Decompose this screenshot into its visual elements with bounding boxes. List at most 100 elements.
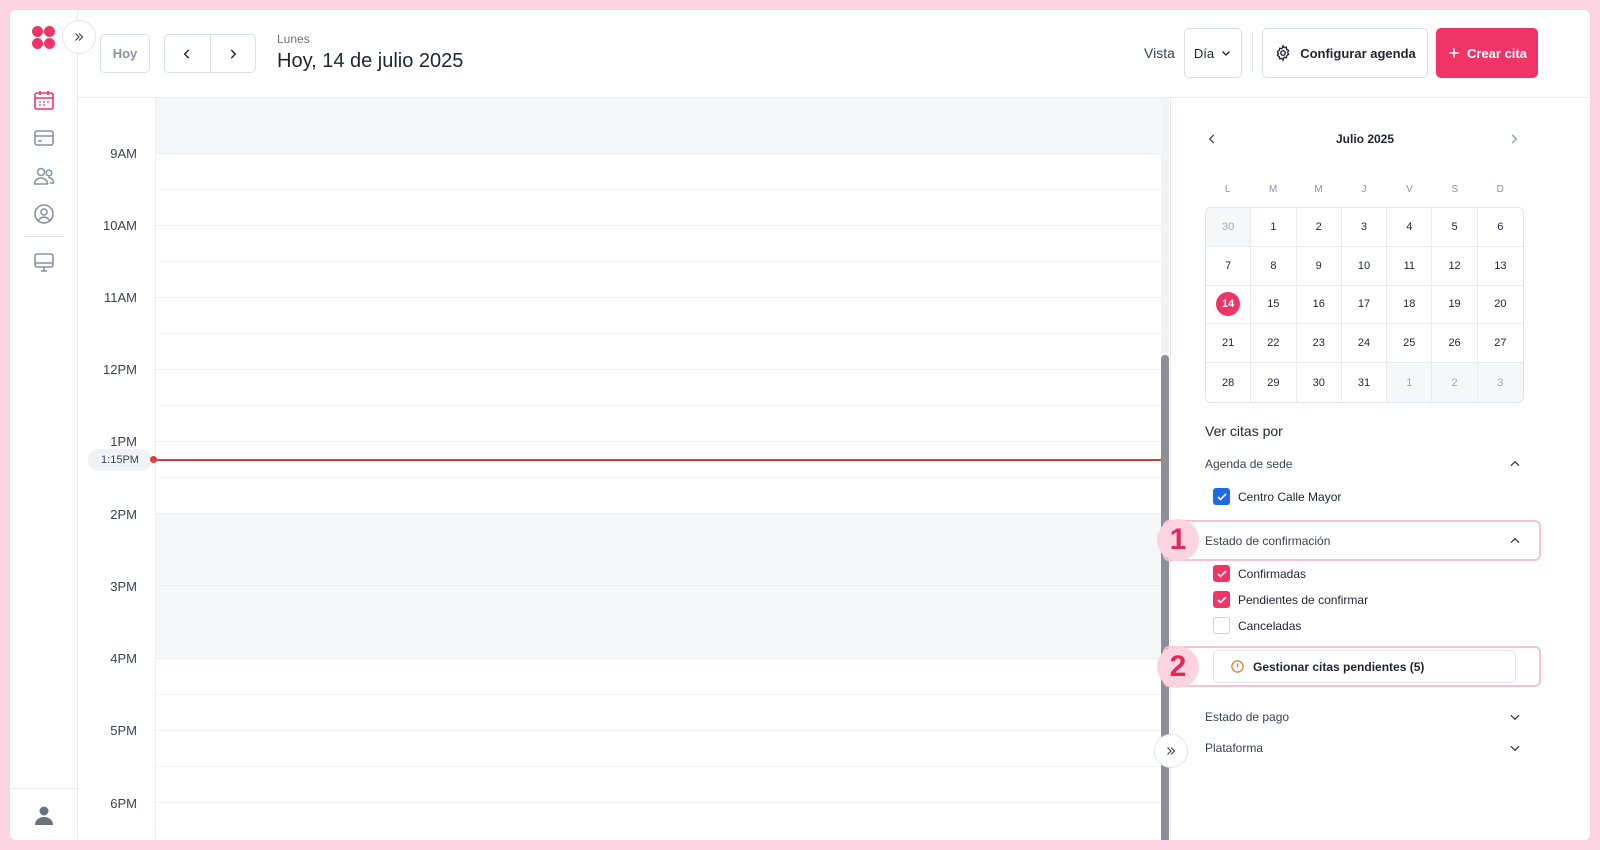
calendar-day-number: 17 xyxy=(1357,298,1371,311)
collapse-panel-button[interactable] xyxy=(1154,734,1188,768)
calendar-day[interactable]: 3 xyxy=(1477,363,1523,402)
calendar-day[interactable]: 1 xyxy=(1387,363,1433,402)
calendar-day[interactable]: 30 xyxy=(1297,363,1342,402)
calendar-day[interactable]: 29 xyxy=(1251,363,1297,402)
calendar-day-number: 10 xyxy=(1357,259,1371,272)
calendar-day[interactable]: 28 xyxy=(1206,363,1252,402)
calendar-day[interactable]: 5 xyxy=(1432,208,1478,247)
create-appointment-button[interactable]: Crear cita xyxy=(1436,28,1538,78)
calendar-day[interactable]: 25 xyxy=(1387,324,1433,364)
confirmation-option-row[interactable]: Confirmadas xyxy=(1213,565,1306,582)
user-avatar-icon[interactable] xyxy=(32,803,56,827)
weekday-header: L xyxy=(1224,184,1231,195)
calendar-day[interactable]: 8 xyxy=(1251,246,1297,286)
day-grid[interactable]: 9AM 10AM 11AM 12PM 1PM 2PM 3PM 4PM 5PM 6… xyxy=(78,98,1161,840)
hour-label: 2PM xyxy=(110,507,137,522)
confirmation-option-row[interactable]: Pendientes de confirmar xyxy=(1213,591,1368,608)
next-day-button[interactable] xyxy=(211,35,256,72)
calendar-day[interactable]: 27 xyxy=(1477,324,1523,364)
next-month-button[interactable] xyxy=(1507,132,1523,148)
confirmation-section-header[interactable]: Estado de confirmación xyxy=(1205,534,1523,548)
calendar-day[interactable]: 12 xyxy=(1432,246,1478,286)
agenda-option-row[interactable]: Centro Calle Mayor xyxy=(1213,488,1341,505)
credit-card-icon[interactable] xyxy=(32,126,56,150)
chevron-up-icon[interactable] xyxy=(1508,457,1524,473)
chevron-down-icon xyxy=(1222,51,1231,56)
left-rail xyxy=(10,10,78,840)
annotation-badge: 2 xyxy=(1157,646,1199,688)
calendar-day[interactable]: 2 xyxy=(1432,363,1478,402)
calendar-day-number: 11 xyxy=(1403,259,1415,272)
calendar-day[interactable]: 4 xyxy=(1387,208,1433,247)
double-chevron-right-icon xyxy=(1167,747,1176,755)
calendar-day[interactable]: 23 xyxy=(1296,324,1342,364)
cancelled-checkbox[interactable] xyxy=(1213,617,1230,634)
manage-pending-button[interactable]: Gestionar citas pendientes (5) xyxy=(1213,650,1516,683)
platform-section-header[interactable]: Plataforma xyxy=(1205,741,1523,755)
calendar-day-number: 6 xyxy=(1497,220,1504,233)
configure-agenda-button[interactable]: Configurar agenda xyxy=(1262,28,1428,78)
current-time-line xyxy=(156,459,1161,461)
hour-label: 3PM xyxy=(110,579,137,594)
monitor-icon[interactable] xyxy=(32,250,56,274)
filters-title: Ver citas por xyxy=(1205,423,1283,439)
calendar-day[interactable]: 17 xyxy=(1341,285,1388,325)
calendar-icon[interactable] xyxy=(32,88,56,112)
calendar-day-number: 31 xyxy=(1357,376,1371,389)
mini-calendar: 30 1 2 3 4 5 6 7 8 9 10 11 12 13 14 15 16 17 18 19 20 21 22 23 2… xyxy=(1205,207,1524,403)
calendar-day[interactable]: 3 xyxy=(1341,208,1388,247)
calendar-day-number: 23 xyxy=(1312,337,1325,350)
calendar-day[interactable]: 15 xyxy=(1251,285,1297,325)
calendar-day-number: 25 xyxy=(1403,337,1416,350)
calendar-day-number: 26 xyxy=(1448,337,1461,350)
previous-month-button[interactable] xyxy=(1205,132,1221,148)
chevron-down-icon[interactable] xyxy=(1508,710,1524,726)
calendar-day[interactable]: 24 xyxy=(1341,324,1388,364)
calendar-day[interactable]: 20 xyxy=(1477,286,1523,325)
calendar-day[interactable]: 6 xyxy=(1477,208,1523,247)
view-select[interactable]: Día xyxy=(1184,28,1242,78)
pending-checkbox[interactable] xyxy=(1213,591,1230,608)
calendar-day[interactable]: 21 xyxy=(1206,324,1252,364)
today-button[interactable]: Hoy xyxy=(100,34,150,73)
check-icon xyxy=(1216,492,1227,501)
calendar-day[interactable]: 1 xyxy=(1251,208,1297,247)
calendar-day-number: 2 xyxy=(1451,376,1458,389)
calendar-day[interactable]: 9 xyxy=(1296,246,1342,286)
confirmation-option-row[interactable]: Canceladas xyxy=(1213,617,1301,634)
check-icon xyxy=(1216,569,1227,578)
calendar-day[interactable]: 26 xyxy=(1432,324,1478,364)
calendar-day[interactable]: 11 xyxy=(1387,246,1433,286)
calendar-day[interactable]: 7 xyxy=(1206,246,1252,286)
users-icon[interactable] xyxy=(32,164,56,188)
calendar-day[interactable]: 13 xyxy=(1477,247,1523,286)
agenda-checkbox[interactable] xyxy=(1213,488,1230,505)
payment-section-header[interactable]: Estado de pago xyxy=(1205,710,1523,724)
calendar-day[interactable]: 19 xyxy=(1432,285,1478,325)
calendar-day[interactable]: 2 xyxy=(1296,208,1342,247)
hour-label: 12PM xyxy=(103,362,137,377)
calendar-day-number: 24 xyxy=(1357,337,1371,350)
chevron-up-icon[interactable] xyxy=(1508,534,1524,550)
confirmed-checkbox[interactable] xyxy=(1213,565,1230,582)
double-chevron-right-icon xyxy=(75,33,84,41)
calendar-day[interactable]: 22 xyxy=(1251,324,1297,364)
calendar-day[interactable]: 18 xyxy=(1387,285,1433,325)
profile-circle-icon[interactable] xyxy=(32,202,56,226)
calendar-day[interactable]: 16 xyxy=(1296,285,1342,325)
weekday-header: J xyxy=(1361,184,1367,195)
agenda-section-header[interactable]: Agenda de sede xyxy=(1205,457,1523,471)
calendar-day-today[interactable]: 14 xyxy=(1206,285,1252,325)
expand-sidebar-button[interactable] xyxy=(62,20,96,54)
calendar-day-number: 1 xyxy=(1270,220,1277,233)
calendar-day[interactable]: 30 xyxy=(1206,208,1252,247)
month-title: Julio 2025 xyxy=(1335,132,1395,146)
calendar-day-number: 12 xyxy=(1448,259,1461,272)
calendar-day[interactable]: 31 xyxy=(1342,363,1388,402)
brand-logo-icon[interactable] xyxy=(32,26,56,50)
hour-label: 5PM xyxy=(110,723,137,738)
previous-day-button[interactable] xyxy=(165,35,211,72)
calendar-day[interactable]: 10 xyxy=(1341,246,1388,286)
chevron-down-icon[interactable] xyxy=(1508,741,1524,757)
calendar-day-number: 21 xyxy=(1222,337,1235,350)
